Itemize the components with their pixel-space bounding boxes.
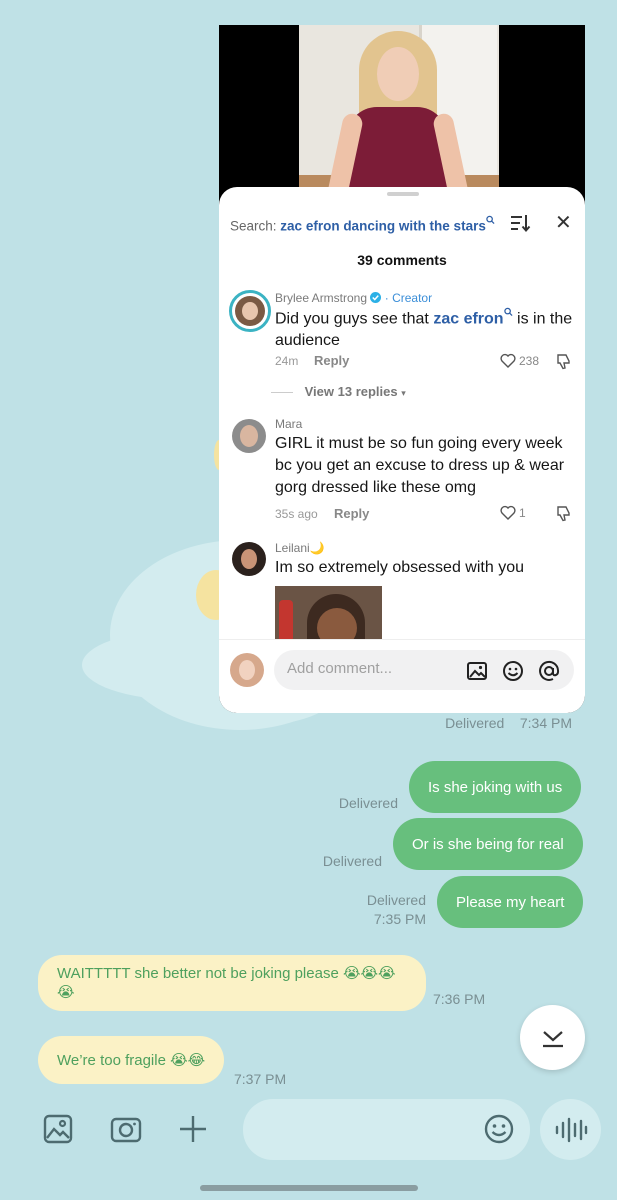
image-detail [279,600,293,642]
view-replies-button[interactable]: View 13 replies ▾ [271,384,406,399]
creator-badge: · Creator [384,291,433,305]
comment-time: 35s ago [275,507,318,521]
timestamp: 7:34 PM [519,715,572,731]
like-count: 1 [519,505,526,520]
comments-sheet: Search: zac efron dancing with the stars… [219,187,585,713]
message-status: Delivered 7:35 PM [328,891,426,929]
comment-text: Im so extremely obsessed with you [275,559,524,576]
status-text: Delivered [366,892,426,908]
comment-text: GIRL it must be so fun going every week … [275,435,565,496]
message-status: Delivered 7:34 PM [430,715,572,731]
comment-input[interactable] [274,650,574,690]
navigation-bar[interactable] [200,1185,418,1191]
heart-icon [500,353,516,368]
status-text: Delivered [445,715,505,731]
like-button[interactable]: 1 [500,505,526,520]
emoji-icon[interactable] [502,660,524,682]
view-replies-label: View 13 replies [304,384,398,399]
comment-input-field[interactable] [287,660,457,677]
author-name: Brylee Armstrong [275,291,368,305]
verified-icon [370,292,382,303]
comment-time: 24m [275,354,299,368]
message-input[interactable] [243,1099,530,1160]
voice-icon [555,1117,587,1142]
comment-count: 39 comments [357,252,447,268]
comment-text: Did you guys see that zac efron is in th… [275,307,575,352]
comment-author[interactable]: Brylee Armstrong · Creator [275,291,432,305]
image-detail [317,608,357,642]
search-query[interactable]: zac efron dancing with the stars [280,219,486,234]
comment-composer [219,639,585,713]
dislike-icon[interactable] [555,505,572,522]
comment-search[interactable]: Search: zac efron dancing with the stars [230,215,495,234]
chevron-down-icon [542,1030,563,1047]
avatar[interactable] [232,419,266,453]
reply-button[interactable]: Reply [334,506,369,521]
dislike-icon[interactable] [555,353,572,370]
reply-button[interactable]: Reply [314,353,349,368]
comment-text-part: Did you guys see that [275,310,429,328]
search-highlight-link[interactable]: zac efron [433,310,503,327]
scroll-to-bottom-button[interactable] [520,1005,585,1070]
incoming-message[interactable]: We’re too fragile 😭😂 [38,1036,225,1084]
avatar[interactable] [230,653,264,687]
mention-icon[interactable] [538,660,560,682]
avatar[interactable] [229,290,271,332]
sheet-handle[interactable] [387,192,419,196]
comment-author[interactable]: Leilani🌙 [275,541,325,555]
close-icon[interactable]: ✕ [555,213,572,233]
outgoing-message[interactable]: Please my heart [437,876,584,928]
video-face [377,47,419,101]
like-count: 238 [519,353,540,368]
voice-message-button[interactable] [540,1099,601,1160]
gallery-icon[interactable] [42,1113,74,1145]
comment-author[interactable]: Mara [275,417,302,431]
emoji-icon[interactable] [483,1113,515,1145]
search-icon [503,307,513,317]
like-button[interactable]: 238 [500,353,539,368]
sort-icon[interactable] [509,213,531,233]
message-status: Delivered [322,853,382,869]
incoming-message[interactable]: WAITTTTT she better not be joking please… [38,955,426,1011]
shared-screenshot[interactable]: Search: zac efron dancing with the stars… [219,25,585,713]
message-status: Delivered [338,795,398,811]
timestamp: 7:36 PM [433,991,486,1007]
plus-icon[interactable] [177,1113,209,1145]
search-icon [486,215,495,225]
chevron-down-icon: ▾ [401,388,406,398]
timestamp: 7:37 PM [234,1071,287,1087]
avatar[interactable] [232,542,266,576]
outgoing-message[interactable]: Or is she being for real [393,818,583,870]
image-icon[interactable] [466,660,488,682]
comment-image[interactable] [275,586,382,642]
message-input-field[interactable] [261,1117,471,1135]
camera-icon[interactable] [110,1113,142,1145]
search-prefix: Search: [230,218,277,234]
heart-icon [500,505,516,520]
outgoing-message[interactable]: Is she joking with us [409,761,582,813]
timestamp: 7:35 PM [373,911,426,927]
